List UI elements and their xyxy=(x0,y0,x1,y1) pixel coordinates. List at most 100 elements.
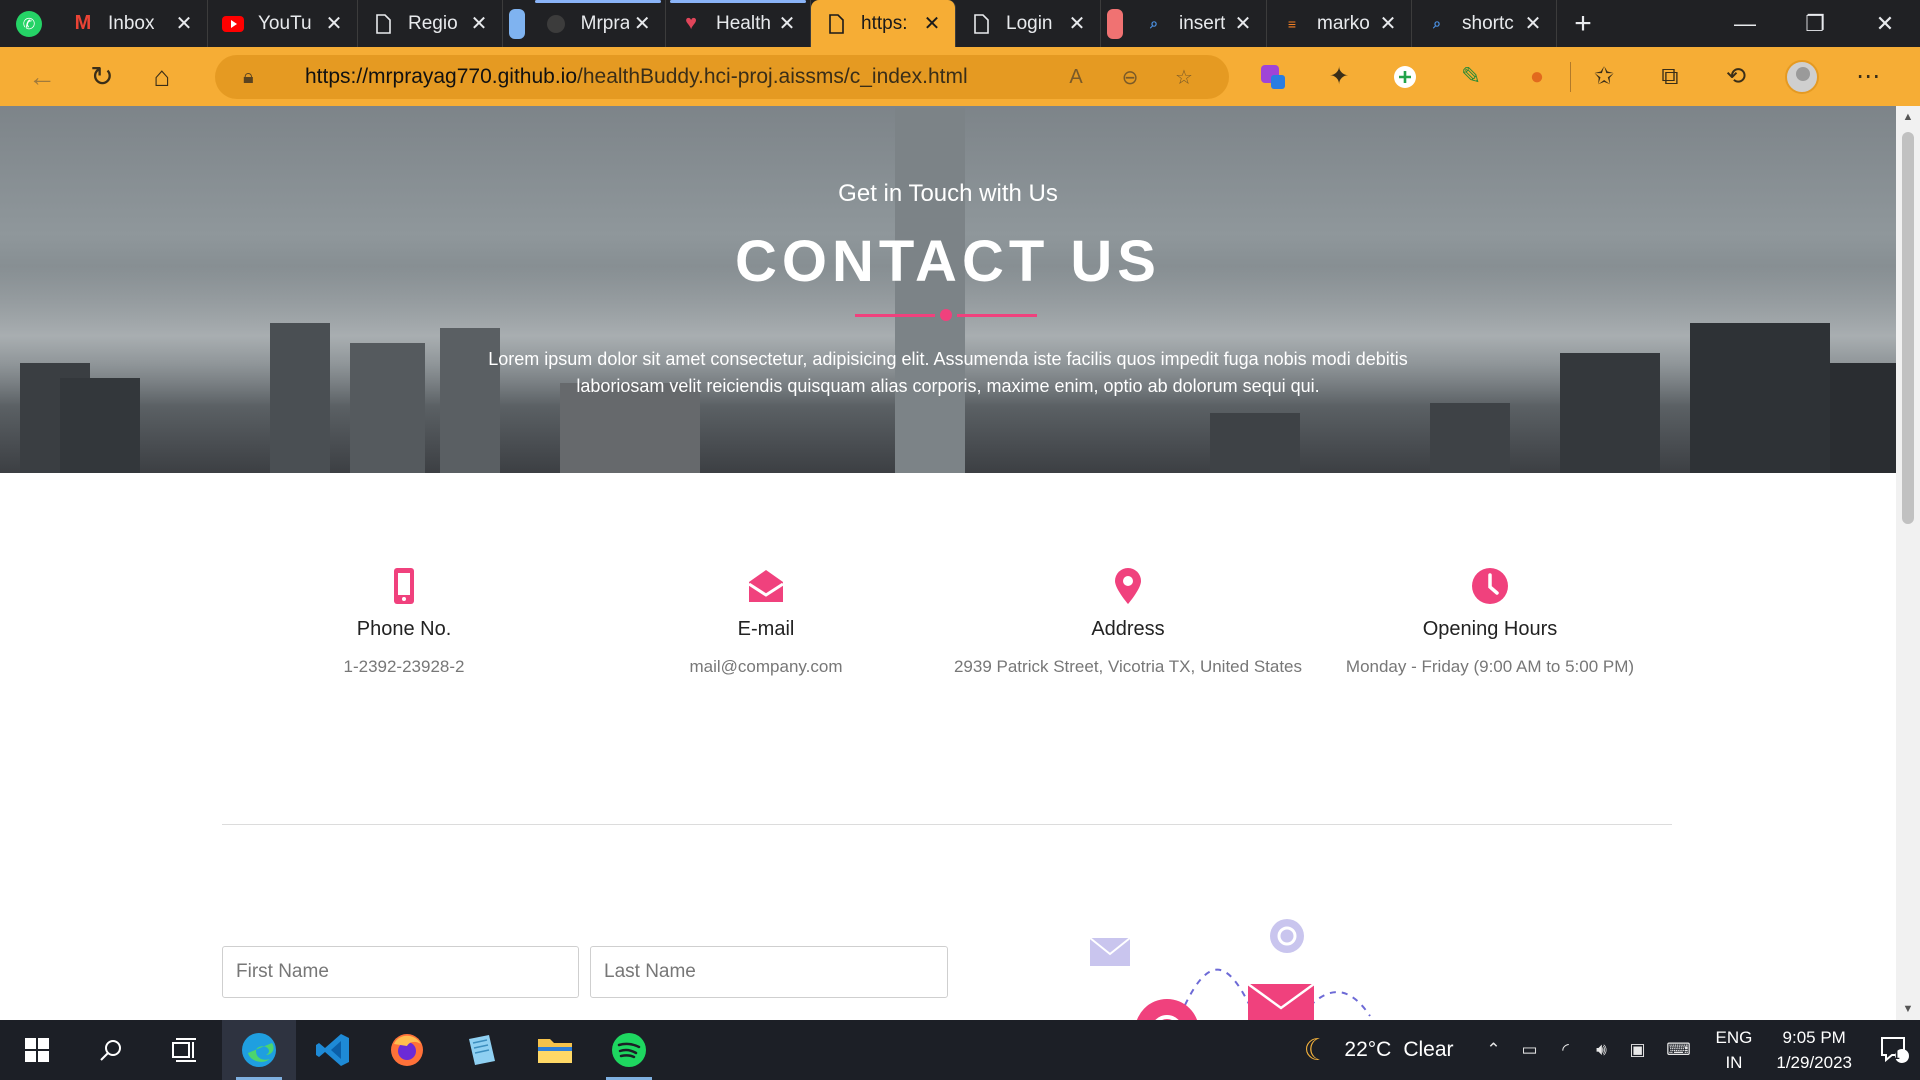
last-name-input[interactable] xyxy=(590,946,948,998)
notification-count: 1 xyxy=(1893,1048,1900,1062)
battery-icon[interactable]: ▭ xyxy=(1512,1040,1548,1060)
tab-label: Login xyxy=(1006,12,1053,34)
clock-icon xyxy=(1309,564,1671,608)
edge-icon xyxy=(242,1033,276,1067)
home-button[interactable]: ⌂ xyxy=(132,47,192,106)
close-tab-icon[interactable]: ✕ xyxy=(1375,11,1401,36)
tab-shortcut[interactable]: ⌕ shortc ✕ xyxy=(1412,0,1557,47)
envelope-icon xyxy=(585,564,947,608)
tab-inbox[interactable]: M Inbox ✕ xyxy=(58,0,208,47)
info-title: E-mail xyxy=(737,618,795,640)
add-favorite-icon[interactable]: ☆ xyxy=(1157,65,1211,90)
close-tab-icon[interactable]: ✕ xyxy=(1520,11,1546,36)
tab-group-marker[interactable] xyxy=(509,8,525,39)
close-tab-icon[interactable]: ✕ xyxy=(1064,11,1090,36)
collections-icon[interactable]: ⧉ xyxy=(1637,47,1703,106)
search-icon: ⌕ xyxy=(1150,15,1158,31)
clock-date: 1/29/2023 xyxy=(1776,1053,1852,1072)
back-button[interactable]: ← xyxy=(12,47,72,106)
hero-subtitle: Get in Touch with Us xyxy=(838,180,1058,207)
spotify-icon xyxy=(612,1033,646,1067)
close-tab-icon[interactable]: ✕ xyxy=(321,11,347,36)
tab-label: marko xyxy=(1317,12,1370,34)
close-tab-icon[interactable]: ✕ xyxy=(774,11,800,36)
tab-github[interactable]: Mrpra ✕ xyxy=(531,0,666,47)
first-name-input[interactable] xyxy=(222,946,579,998)
info-title: Address xyxy=(1091,618,1165,640)
scroll-down-icon[interactable]: ▼ xyxy=(1896,998,1920,1020)
tab-current[interactable]: https: ✕ xyxy=(811,0,956,47)
profile-button[interactable] xyxy=(1769,47,1835,106)
close-tab-icon[interactable]: ✕ xyxy=(1230,11,1256,36)
tab-insert[interactable]: ⌕ insert ✕ xyxy=(1129,0,1267,47)
extension-puzzle-icon[interactable]: ✦ xyxy=(1306,47,1372,106)
task-view-icon xyxy=(172,1038,196,1062)
reload-button[interactable]: ↻ xyxy=(72,47,132,106)
favorites-icon[interactable]: ✩ xyxy=(1571,47,1637,106)
language-code: ENG xyxy=(1715,1028,1753,1047)
browser-toolbar: ← ↻ ⌂ 🔒︎ https://mrprayag770.github.io/h… xyxy=(0,47,1920,106)
language-indicator[interactable]: ENG IN xyxy=(1716,1025,1753,1075)
region-code: IN xyxy=(1725,1053,1743,1072)
taskbar-edge[interactable] xyxy=(222,1020,296,1080)
meet-icon[interactable]: ▣ xyxy=(1620,1040,1656,1060)
extension-honey-icon[interactable]: ● xyxy=(1504,47,1570,106)
tab-label: YouTu xyxy=(258,12,312,34)
more-menu-icon[interactable]: ⋯ xyxy=(1835,47,1901,106)
zoom-icon[interactable]: ⊖ xyxy=(1103,65,1157,90)
taskbar-notepad[interactable] xyxy=(444,1020,518,1080)
scroll-up-icon[interactable]: ▲ xyxy=(1896,106,1920,128)
restore-icon[interactable]: ❐ xyxy=(1780,0,1850,47)
notification-button[interactable]: 1 xyxy=(1870,1020,1920,1080)
volume-icon[interactable]: 🔊︎ xyxy=(1584,1040,1620,1060)
tab-markdown[interactable]: ≡ marko ✕ xyxy=(1267,0,1412,47)
browser-tab-strip: ✆ M Inbox ✕ YouTu ✕ Regio ✕ Mrpra ✕ ♥ He… xyxy=(0,0,1920,47)
extension-grammar-icon[interactable]: ✎ xyxy=(1438,47,1504,106)
info-value: 1-2392-23928-2 xyxy=(343,657,465,676)
tab-region[interactable]: Regio ✕ xyxy=(358,0,503,47)
scrollbar-thumb[interactable] xyxy=(1902,132,1914,524)
clock[interactable]: 9:05 PM 1/29/2023 xyxy=(1776,1025,1852,1075)
tab-label: Mrpra xyxy=(580,12,630,34)
taskbar-file-explorer[interactable] xyxy=(518,1020,592,1080)
lock-icon[interactable]: 🔒︎ xyxy=(243,66,279,89)
close-tab-icon[interactable]: ✕ xyxy=(171,11,197,36)
extension-collections-icon[interactable] xyxy=(1240,47,1306,106)
start-button[interactable] xyxy=(0,1020,74,1080)
new-tab-button[interactable]: + xyxy=(1557,0,1609,47)
taskbar-spotify[interactable] xyxy=(592,1020,666,1080)
info-card-hours: Opening Hours Monday - Friday (9:00 AM t… xyxy=(1309,564,1671,680)
weather-widget[interactable]: ☾ 22°C Clear xyxy=(1304,1033,1454,1068)
taskbar-vscode[interactable] xyxy=(296,1020,370,1080)
whatsapp-tab[interactable]: ✆ xyxy=(0,0,58,47)
tab-health[interactable]: ♥ Health ✕ xyxy=(666,0,811,47)
tab-label: https: xyxy=(861,12,908,34)
close-tab-icon[interactable]: ✕ xyxy=(466,11,492,36)
extension-add-icon[interactable] xyxy=(1372,47,1438,106)
address-bar[interactable]: 🔒︎ https://mrprayag770.github.io/healthB… xyxy=(215,55,1229,99)
read-aloud-icon[interactable]: A xyxy=(1049,66,1103,89)
page-scrollbar[interactable]: ▲ ▼ xyxy=(1896,106,1920,1020)
tab-youtube[interactable]: YouTu ✕ xyxy=(208,0,358,47)
close-tab-icon[interactable]: ✕ xyxy=(919,11,945,36)
url-text[interactable]: https://mrprayag770.github.io/healthBudd… xyxy=(305,65,968,89)
gmail-icon: M xyxy=(74,12,92,34)
keyboard-icon[interactable]: ⌨ xyxy=(1656,1040,1702,1060)
heart-icon: ♥ xyxy=(685,12,697,34)
youtube-icon xyxy=(222,13,244,35)
chevron-up-icon[interactable]: ⌃ xyxy=(1476,1040,1512,1060)
notepad-icon xyxy=(469,1035,495,1065)
taskbar-firefox[interactable] xyxy=(370,1020,444,1080)
tab-login[interactable]: Login ✕ xyxy=(956,0,1101,47)
close-window-icon[interactable]: ✕ xyxy=(1850,0,1920,47)
task-view-button[interactable] xyxy=(148,1020,222,1080)
tab-label: Health xyxy=(716,12,771,34)
page-title: CONTACT US xyxy=(735,229,1161,294)
page-viewport: Get in Touch with Us CONTACT US Lorem ip… xyxy=(0,106,1896,1020)
history-icon[interactable]: ⟲ xyxy=(1703,47,1769,106)
wifi-icon[interactable]: ◜ xyxy=(1548,1040,1584,1060)
search-button[interactable] xyxy=(74,1020,148,1080)
close-tab-icon[interactable]: ✕ xyxy=(629,11,655,36)
minimize-icon[interactable]: — xyxy=(1710,0,1780,47)
tab-group-marker[interactable] xyxy=(1107,8,1123,39)
